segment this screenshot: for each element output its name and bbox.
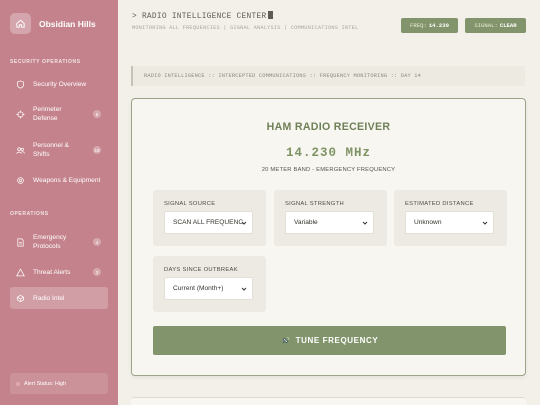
signal-badge: SIGNAL: CLEAR [465, 18, 526, 33]
section-label-operations: OPERATIONS [10, 211, 49, 217]
home-icon [10, 13, 31, 34]
page-title: > RADIO INTELLIGENCE CENTER [132, 11, 274, 21]
signal-badge-label: SIGNAL: [474, 22, 498, 29]
select-value: SCAN ALL FREQUENCIES [173, 219, 243, 226]
gear-icon [17, 176, 24, 184]
band-label: 20 METER BAND - EMERGENCY FREQUENCY [261, 167, 396, 173]
days-since-outbreak-field: DAYS SINCE OUTBREAK Current (Month+) [153, 256, 266, 312]
freq-badge-label: FREQ: [410, 22, 427, 29]
tune-frequency-button[interactable]: TUNE FREQUENCY [153, 326, 506, 355]
field-label: ESTIMATED DISTANCE [405, 201, 474, 207]
sidebar-item-threat-alerts[interactable]: Threat Alerts 3 [10, 265, 108, 279]
sidebar: Obsidian Hills SECURITY OPERATIONS Secur… [0, 0, 118, 405]
alert-status-label: Alert Status: High [24, 380, 66, 387]
warning-icon [16, 267, 25, 276]
sidebar-item-perimeter-defense[interactable]: Perimeter Defense 6 [10, 100, 108, 128]
signal-strength-select[interactable]: Variable [285, 211, 374, 234]
sidebar-item-label: Emergency Protocols [33, 234, 67, 250]
section-label-security: SECURITY OPERATIONS [10, 59, 81, 65]
alert-status: Alert Status: High [10, 373, 108, 394]
page-subtitle: MONITORING ALL FREQUENCIES | SIGNAL ANAL… [132, 25, 359, 31]
field-label: SIGNAL SOURCE [164, 201, 216, 207]
sidebar-item-personnel-shifts[interactable]: Personnel & Shifts 18 [10, 136, 108, 164]
frequency-display: 14.230 MHz [285, 146, 371, 160]
select-value: Unknown [414, 219, 442, 226]
field-label: SIGNAL STRENGTH [285, 201, 345, 207]
sidebar-item-emergency-protocols[interactable]: Emergency Protocols 4 [10, 228, 108, 256]
signal-source-field: SIGNAL SOURCE SCAN ALL FREQUENCIES [153, 190, 266, 246]
select-value: Variable [294, 219, 318, 226]
sidebar-item-label: Weapons & Equipment [33, 176, 101, 184]
next-panel [131, 397, 526, 405]
field-label: DAYS SINCE OUTBREAK [164, 267, 238, 273]
count-badge: 4 [93, 238, 101, 246]
signal-source-select[interactable]: SCAN ALL FREQUENCIES [164, 211, 253, 234]
radio-icon [16, 294, 25, 302]
freq-badge-value: 14.230 [428, 22, 449, 29]
brand[interactable]: Obsidian Hills [10, 13, 96, 34]
estimated-distance-field: ESTIMATED DISTANCE Unknown [394, 190, 507, 246]
shield-icon [16, 80, 25, 88]
document-icon [17, 238, 24, 246]
count-badge: 18 [93, 146, 101, 154]
ticker-text: RADIO INTELLIGENCE :: INTERCEPTED COMMUN… [144, 73, 422, 79]
sidebar-item-label: Personnel & Shifts [33, 142, 69, 158]
brand-name: Obsidian Hills [39, 18, 96, 29]
sidebar-item-weapons-equipment[interactable]: Weapons & Equipment [10, 173, 108, 187]
chevron-down-icon [362, 221, 368, 225]
chevron-down-icon [241, 287, 247, 291]
tune-frequency-label: TUNE FREQUENCY [295, 336, 379, 345]
sidebar-item-radio-intel[interactable]: Radio Intel [10, 287, 108, 309]
sidebar-item-label: Radio Intel [33, 294, 65, 302]
status-ticker: RADIO INTELLIGENCE :: INTERCEPTED COMMUN… [131, 66, 525, 86]
chevron-down-icon [482, 221, 488, 225]
estimated-distance-select[interactable]: Unknown [405, 211, 494, 234]
receiver-title: HAM RADIO RECEIVER [266, 121, 391, 133]
sidebar-item-label: Perimeter Defense [33, 106, 62, 122]
radio-receiver-panel: HAM RADIO RECEIVER 14.230 MHz 20 METER B… [131, 98, 526, 376]
sidebar-item-label: Security Overview [33, 80, 87, 88]
signal-strength-field: SIGNAL STRENGTH Variable [274, 190, 387, 246]
crosshair-icon [16, 109, 25, 119]
count-badge: 6 [93, 110, 101, 118]
cursor-icon [268, 11, 274, 19]
days-since-outbreak-select[interactable]: Current (Month+) [164, 277, 253, 300]
count-badge: 3 [93, 268, 101, 276]
sidebar-item-security-overview[interactable]: Security Overview [10, 77, 108, 91]
sidebar-item-label: Threat Alerts [33, 268, 71, 276]
select-value: Current (Month+) [173, 285, 224, 292]
freq-badge: FREQ: 14.230 [401, 18, 458, 33]
signal-badge-value: CLEAR [499, 22, 517, 29]
people-icon [16, 146, 25, 154]
satellite-icon [282, 337, 290, 344]
status-dot-icon [16, 381, 20, 386]
chevron-down-icon [241, 221, 247, 225]
